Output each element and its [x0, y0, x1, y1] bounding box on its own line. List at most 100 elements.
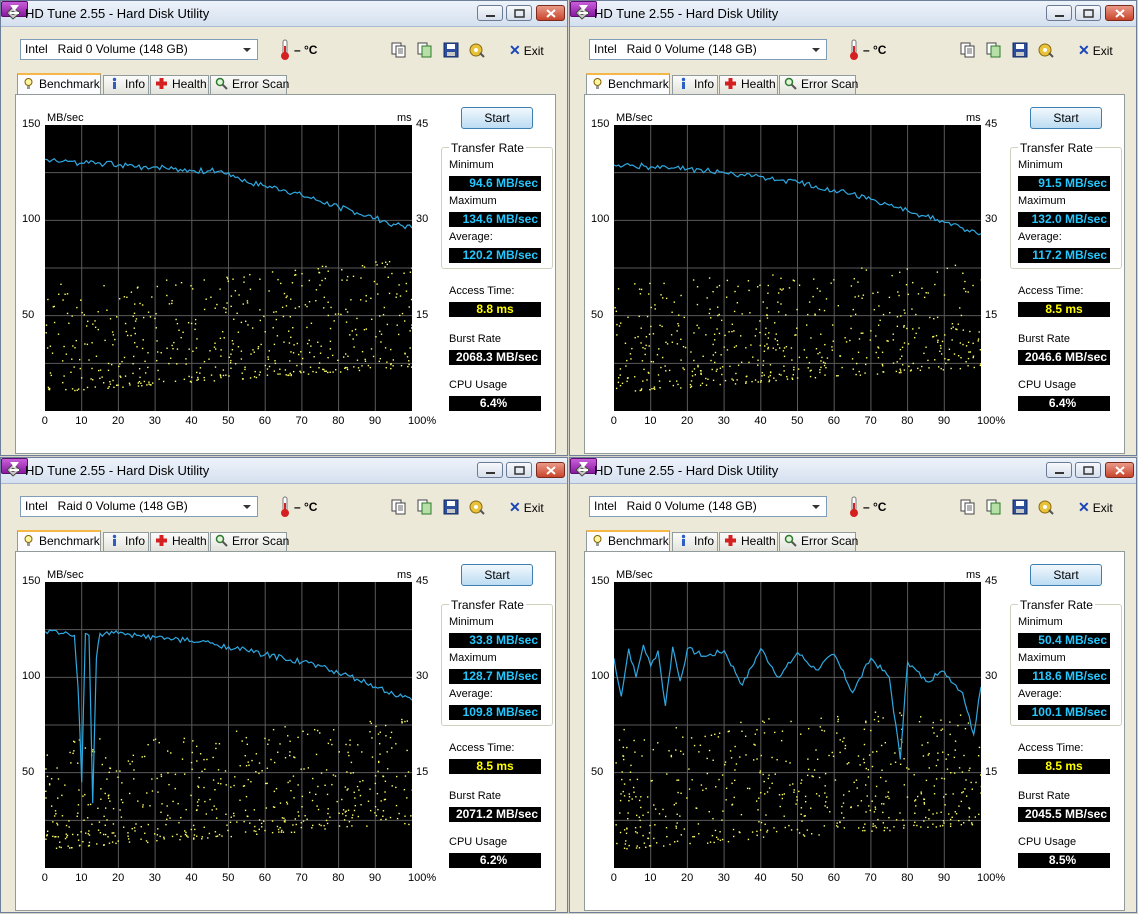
save-icon[interactable] [442, 41, 460, 59]
access-time-point [233, 815, 235, 817]
access-time-point [646, 315, 649, 318]
title-bar[interactable]: HD Tune 2.55 - Hard Disk Utility [570, 1, 1136, 27]
access-time-point [256, 833, 258, 835]
copy-icon[interactable] [390, 498, 408, 516]
exit-button[interactable]: ✕ Exit [1078, 42, 1113, 59]
access-time-point [183, 737, 186, 740]
start-button[interactable]: Start [1030, 107, 1102, 129]
close-button[interactable] [536, 5, 565, 21]
tab-health[interactable]: Health [719, 75, 778, 94]
tab-health[interactable]: Health [719, 532, 778, 551]
close-button[interactable] [1105, 5, 1134, 21]
copy-screenshot-icon[interactable] [416, 41, 434, 59]
maximize-button[interactable] [506, 462, 532, 478]
tab-info[interactable]: Info [672, 75, 718, 94]
exit-button[interactable]: ✕ Exit [1078, 499, 1113, 516]
access-time-point [407, 771, 410, 773]
maximum-label: Maximum [1018, 652, 1066, 664]
access-time-point [824, 374, 826, 376]
minimize-button[interactable] [1046, 462, 1072, 478]
copy-screenshot-icon[interactable] [985, 498, 1003, 516]
access-time-point [306, 733, 309, 736]
access-time-point [290, 374, 292, 376]
access-time-point [261, 826, 263, 828]
download-arrow-button[interactable] [1, 458, 28, 474]
copy-icon[interactable] [959, 498, 977, 516]
drive-select-value: Intel Raid 0 Volume (148 GB) [25, 42, 188, 56]
exit-button[interactable]: ✕ Exit [509, 42, 544, 59]
exit-button[interactable]: ✕ Exit [509, 499, 544, 516]
copy-icon[interactable] [959, 41, 977, 59]
access-time-point [623, 795, 626, 797]
save-icon[interactable] [1011, 41, 1029, 59]
access-time-point [796, 377, 799, 379]
access-time-point [213, 380, 216, 382]
access-time-point [249, 288, 252, 290]
access-time-point [979, 349, 982, 351]
title-bar[interactable]: HD Tune 2.55 - Hard Disk Utility [570, 458, 1136, 484]
access-time-point [87, 833, 90, 835]
maximize-button[interactable] [506, 5, 532, 21]
title-bar[interactable]: HD Tune 2.55 - Hard Disk Utility [1, 1, 567, 27]
tab-health[interactable]: Health [150, 532, 209, 551]
download-arrow-button[interactable] [570, 458, 597, 474]
access-time-point [346, 367, 348, 369]
download-arrow-button[interactable] [1, 1, 28, 17]
access-time-point [768, 718, 770, 720]
copy-screenshot-icon[interactable] [416, 498, 434, 516]
tab-benchmark[interactable]: Benchmark [586, 73, 670, 95]
close-button[interactable] [1105, 462, 1134, 478]
access-time-point [273, 370, 276, 372]
maximize-button[interactable] [1075, 462, 1101, 478]
title-bar[interactable]: HD Tune 2.55 - Hard Disk Utility [1, 458, 567, 484]
drive-select[interactable]: Intel Raid 0 Volume (148 GB) [20, 39, 258, 60]
save-icon[interactable] [442, 498, 460, 516]
drive-select[interactable]: Intel Raid 0 Volume (148 GB) [589, 496, 827, 517]
tab-error-scan[interactable]: Error Scan [779, 532, 858, 551]
tab-info[interactable]: Info [103, 75, 149, 94]
copy-icon[interactable] [390, 41, 408, 59]
tab-info[interactable]: Info [672, 532, 718, 551]
options-icon[interactable] [468, 498, 486, 516]
options-icon[interactable] [1037, 498, 1055, 516]
access-time-point [680, 792, 682, 795]
tab-info[interactable]: Info [103, 532, 149, 551]
tab-error-scan[interactable]: Error Scan [210, 75, 289, 94]
options-icon[interactable] [1037, 41, 1055, 59]
options-icon[interactable] [468, 41, 486, 59]
access-time-point [191, 751, 193, 754]
access-time-point [112, 807, 115, 810]
access-time-point [258, 819, 261, 821]
save-icon[interactable] [1011, 498, 1029, 516]
minimize-button[interactable] [477, 5, 503, 21]
start-button[interactable]: Start [1030, 564, 1102, 586]
close-button[interactable] [536, 462, 565, 478]
access-time-point [187, 836, 189, 838]
tab-benchmark[interactable]: Benchmark [17, 73, 101, 95]
tab-error-scan[interactable]: Error Scan [779, 75, 858, 94]
access-time-point [925, 779, 928, 782]
tab-health[interactable]: Health [150, 75, 209, 94]
tab-label: Health [741, 534, 776, 548]
access-time-point [97, 328, 99, 331]
access-time-point [78, 358, 81, 361]
access-time-point [410, 298, 413, 301]
maximize-button[interactable] [1075, 5, 1101, 21]
tab-error-scan[interactable]: Error Scan [210, 532, 289, 551]
start-button[interactable]: Start [461, 564, 533, 586]
minimize-button[interactable] [1046, 5, 1072, 21]
minimize-button[interactable] [477, 462, 503, 478]
access-time-point [230, 835, 233, 838]
tab-benchmark[interactable]: Benchmark [586, 530, 670, 552]
start-button[interactable]: Start [461, 107, 533, 129]
download-arrow-button[interactable] [570, 1, 597, 17]
drive-select[interactable]: Intel Raid 0 Volume (148 GB) [589, 39, 827, 60]
access-time-point [156, 777, 158, 780]
access-time-point [620, 793, 622, 795]
copy-screenshot-icon[interactable] [985, 41, 1003, 59]
access-time-point [116, 316, 118, 318]
access-time-point [638, 288, 641, 290]
access-time-point [793, 369, 795, 371]
drive-select[interactable]: Intel Raid 0 Volume (148 GB) [20, 496, 258, 517]
tab-benchmark[interactable]: Benchmark [17, 530, 101, 552]
